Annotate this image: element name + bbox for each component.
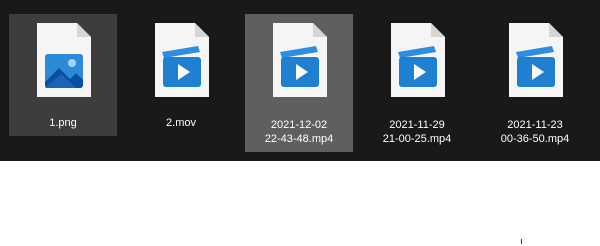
file-name-line1: 2021-11-23 <box>507 119 563 131</box>
file-name: 2.mov <box>166 117 196 129</box>
video-file-icon <box>508 22 564 98</box>
file-name-line2: 00-36-50.mp4 <box>500 133 570 145</box>
file-name-line1: 2021-12-02 <box>270 119 328 131</box>
file-name: 2021-12-02 22-43-48.mp4 <box>245 118 353 146</box>
file-item-2021-11-29-mp4[interactable]: 2021-11-29 21-00-25.mp4 <box>363 14 471 145</box>
file-name: 1.png <box>49 117 77 129</box>
video-file-icon <box>390 22 446 98</box>
file-name-line2: 21-00-25.mp4 <box>382 133 452 145</box>
empty-area <box>0 161 600 246</box>
text-cursor <box>521 239 522 244</box>
file-item-2021-12-02-mp4[interactable]: 2021-12-02 22-43-48.mp4 <box>245 14 353 152</box>
file-name-line2: 22-43-48.mp4 <box>264 133 334 145</box>
image-file-icon <box>36 22 92 98</box>
file-name-line1: 2021-11-29 <box>389 119 445 131</box>
file-item-2021-11-23-mp4[interactable]: 2021-11-23 00-36-50.mp4 <box>481 14 589 145</box>
file-item-2-mov[interactable]: 2.mov <box>127 14 235 136</box>
video-file-icon <box>272 22 328 98</box>
file-name: 2021-11-29 21-00-25.mp4 <box>363 118 471 146</box>
file-item-1-png[interactable]: 1.png <box>9 14 117 136</box>
file-name: 2021-11-23 00-36-50.mp4 <box>481 118 589 146</box>
video-file-icon <box>154 22 210 98</box>
file-grid: 1.png 2.mov 2021-12-02 22-43-48.mp4 2021… <box>0 0 600 161</box>
